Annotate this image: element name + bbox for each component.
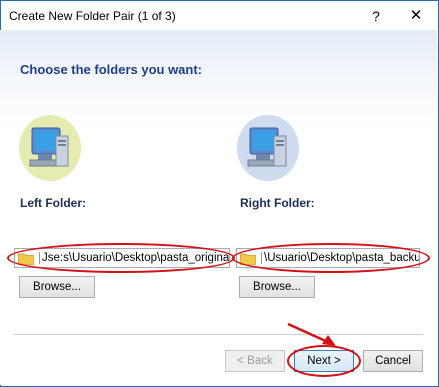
left-folder-input[interactable]: Jse:s\Usuario\Desktop\pasta_original xyxy=(14,248,230,268)
computer-icon xyxy=(19,115,81,181)
computer-icon xyxy=(237,115,299,181)
folder-icon xyxy=(240,253,256,265)
cancel-button[interactable]: Cancel xyxy=(363,350,423,372)
page-heading: Choose the folders you want: xyxy=(20,62,203,77)
folder-icon xyxy=(18,253,34,265)
right-folder-label: Right Folder: xyxy=(240,196,315,210)
help-button[interactable]: ? xyxy=(364,5,388,27)
left-folder-label: Left Folder: xyxy=(20,196,86,210)
next-button[interactable]: Next > xyxy=(294,350,354,372)
right-folder-input[interactable]: \Usuario\Desktop\pasta_backup xyxy=(236,248,420,268)
right-browse-button[interactable]: Browse... xyxy=(239,276,315,298)
footer-divider xyxy=(14,334,423,336)
right-folder-path: \Usuario\Desktop\pasta_backup xyxy=(261,252,419,264)
window-title: Create New Folder Pair (1 of 3) xyxy=(9,9,176,23)
back-button[interactable]: < Back xyxy=(225,350,285,372)
left-folder-path: Jse:s\Usuario\Desktop\pasta_original xyxy=(39,252,229,264)
close-button[interactable]: ✕ xyxy=(402,5,430,27)
left-browse-button[interactable]: Browse... xyxy=(19,276,95,298)
title-bar: Create New Folder Pair (1 of 3) ? ✕ xyxy=(1,1,438,31)
